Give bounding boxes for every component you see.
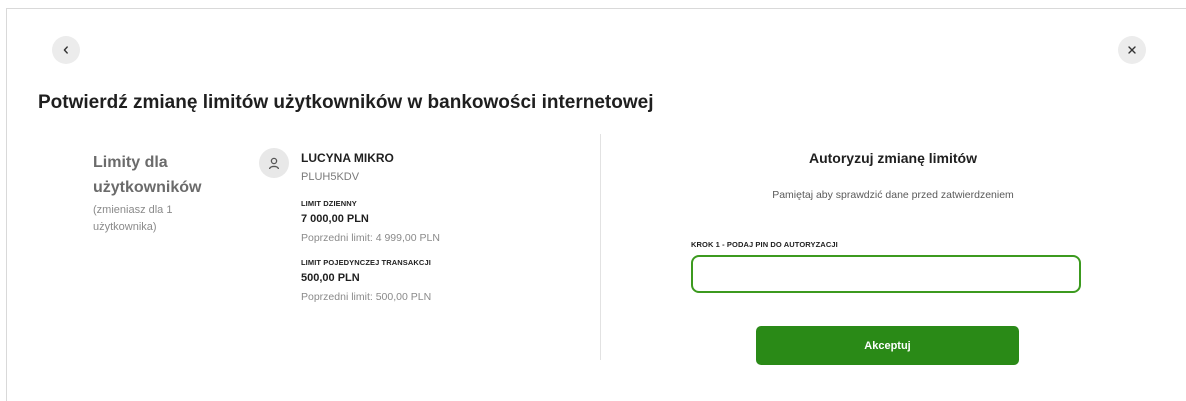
summary-note-line: (zmieniasz dla 1 — [93, 204, 173, 216]
page-title: Potwierdź zmianę limitów użytkowników w … — [38, 92, 654, 113]
avatar — [259, 148, 289, 178]
user-name: LUCYNA MIKRO — [301, 151, 394, 165]
chevron-left-icon — [63, 46, 68, 54]
user-icon — [268, 157, 280, 169]
pin-label: KROK 1 - PODAJ PIN DO AUTORYZACJI — [691, 240, 838, 249]
limits-summary: Limity dla użytkowników (zmieniasz dla 1… — [93, 150, 243, 236]
accept-button[interactable]: Akceptuj — [756, 326, 1019, 365]
summary-heading-line: użytkowników — [93, 179, 202, 196]
summary-heading: Limity dla użytkowników — [93, 150, 243, 200]
auth-subtitle: Pamiętaj aby sprawdzić dane przed zatwie… — [772, 189, 1014, 201]
close-icon — [1128, 46, 1136, 54]
previous-limit: Poprzedni limit: 4 999,00 PLN — [301, 232, 440, 244]
column-divider — [600, 134, 601, 360]
limit-value: 7 000,00 PLN — [301, 213, 369, 225]
auth-title: Autoryzuj zmianę limitów — [808, 150, 977, 166]
summary-heading-line: Limity dla — [93, 154, 168, 171]
user-id: PLUH5KDV — [301, 171, 360, 183]
limit-label: LIMIT POJEDYNCZEJ TRANSAKCJI — [301, 258, 431, 267]
daily-limit: LIMIT DZIENNY 7 000,00 PLN Poprzedni lim… — [301, 199, 571, 246]
single-transaction-limit: LIMIT POJEDYNCZEJ TRANSAKCJI 500,00 PLN … — [301, 258, 571, 305]
limit-label: LIMIT DZIENNY — [301, 199, 357, 208]
summary-note: (zmieniasz dla 1 użytkownika) — [93, 202, 243, 236]
close-button[interactable] — [1118, 36, 1146, 64]
limit-value: 500,00 PLN — [301, 272, 360, 284]
user-details: LUCYNA MIKRO PLUH5KDV LIMIT DZIENNY 7 00… — [301, 150, 571, 305]
pin-input[interactable] — [691, 255, 1081, 293]
summary-note-line: użytkownika) — [93, 221, 157, 233]
back-button[interactable] — [52, 36, 80, 64]
previous-limit: Poprzedni limit: 500,00 PLN — [301, 291, 432, 303]
